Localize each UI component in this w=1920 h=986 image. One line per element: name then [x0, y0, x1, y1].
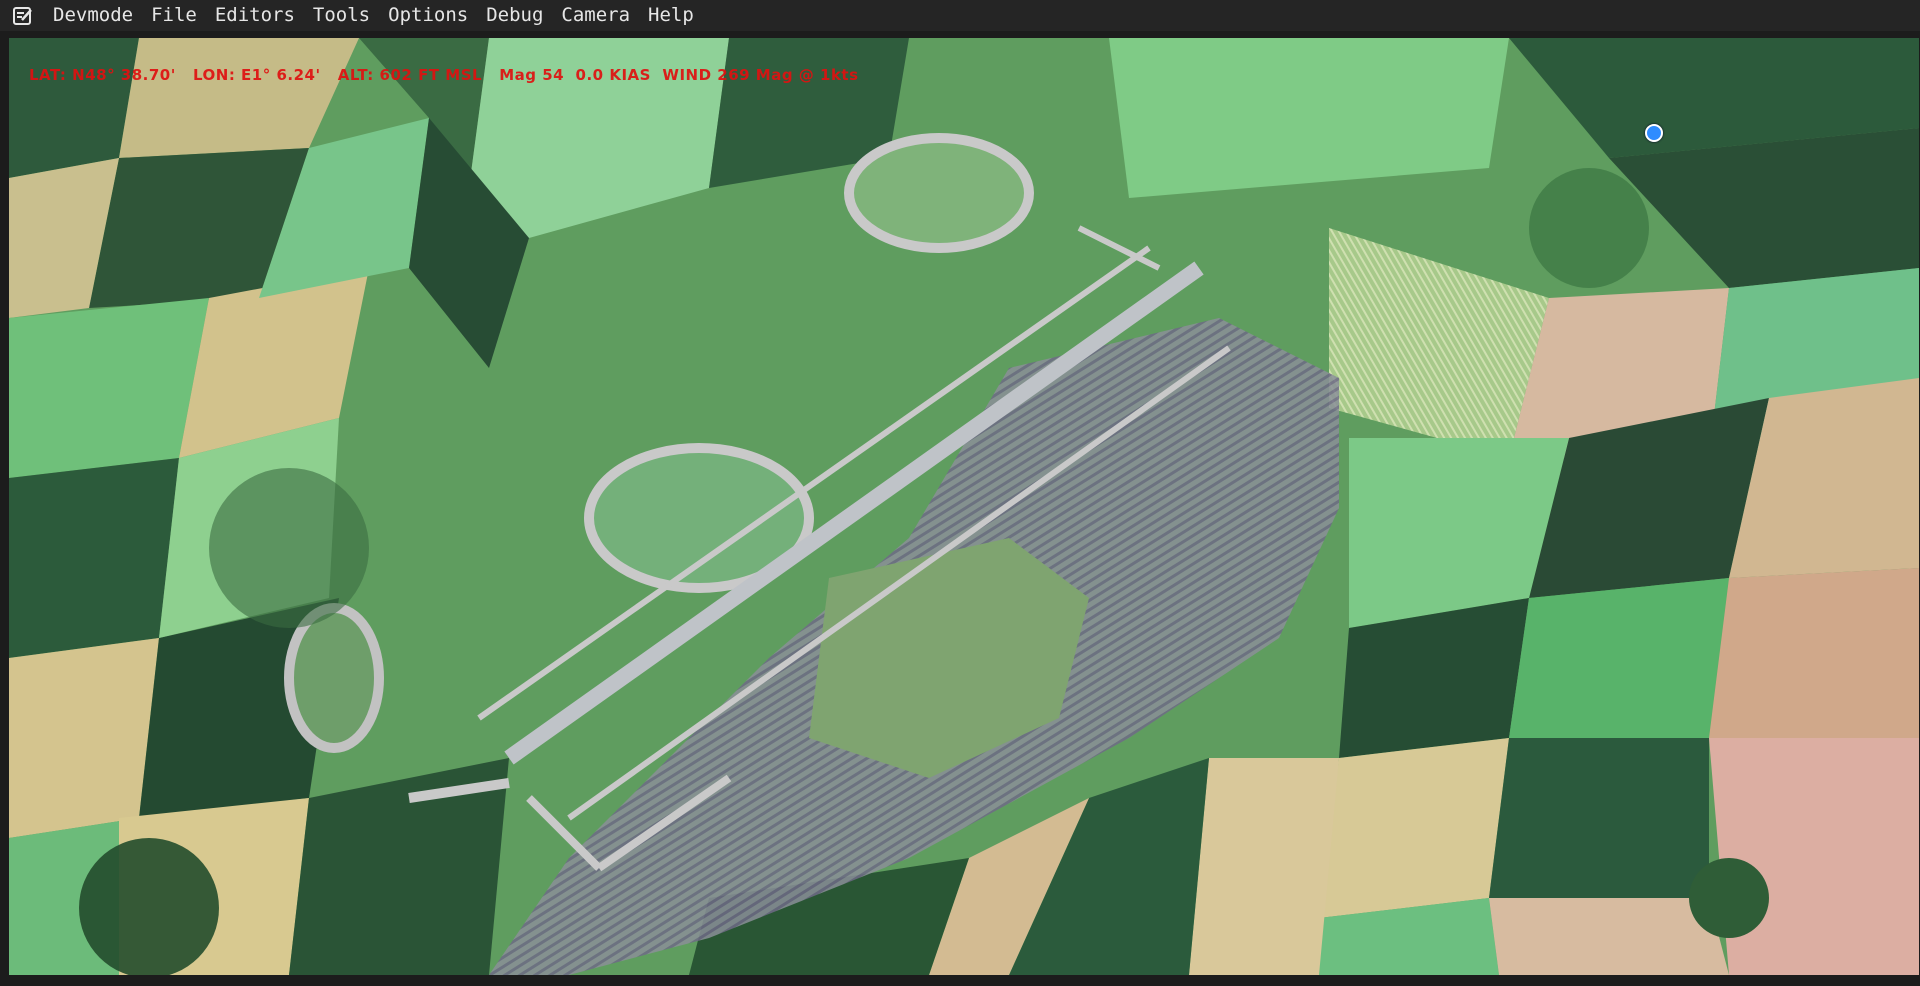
menu-editors[interactable]: Editors: [206, 0, 304, 31]
menu-file[interactable]: File: [142, 0, 206, 31]
menu-options[interactable]: Options: [379, 0, 477, 31]
viewport-frame: [0, 975, 1920, 986]
aerial-terrain: [9, 38, 1919, 975]
coordinates-hud: LAT: N48° 38.70' LON: E1° 6.24' ALT: 602…: [29, 66, 859, 84]
menu-camera[interactable]: Camera: [552, 0, 639, 31]
menu-help[interactable]: Help: [639, 0, 703, 31]
menu-debug[interactable]: Debug: [477, 0, 552, 31]
edit-note-icon[interactable]: [10, 3, 36, 29]
sim-viewport[interactable]: LAT: N48° 38.70' LON: E1° 6.24' ALT: 602…: [9, 38, 1919, 975]
location-dot-icon[interactable]: [1645, 124, 1663, 142]
menu-tools[interactable]: Tools: [304, 0, 379, 31]
menu-bar: Devmode File Editors Tools Options Debug…: [0, 0, 1920, 31]
menu-devmode[interactable]: Devmode: [44, 0, 142, 31]
